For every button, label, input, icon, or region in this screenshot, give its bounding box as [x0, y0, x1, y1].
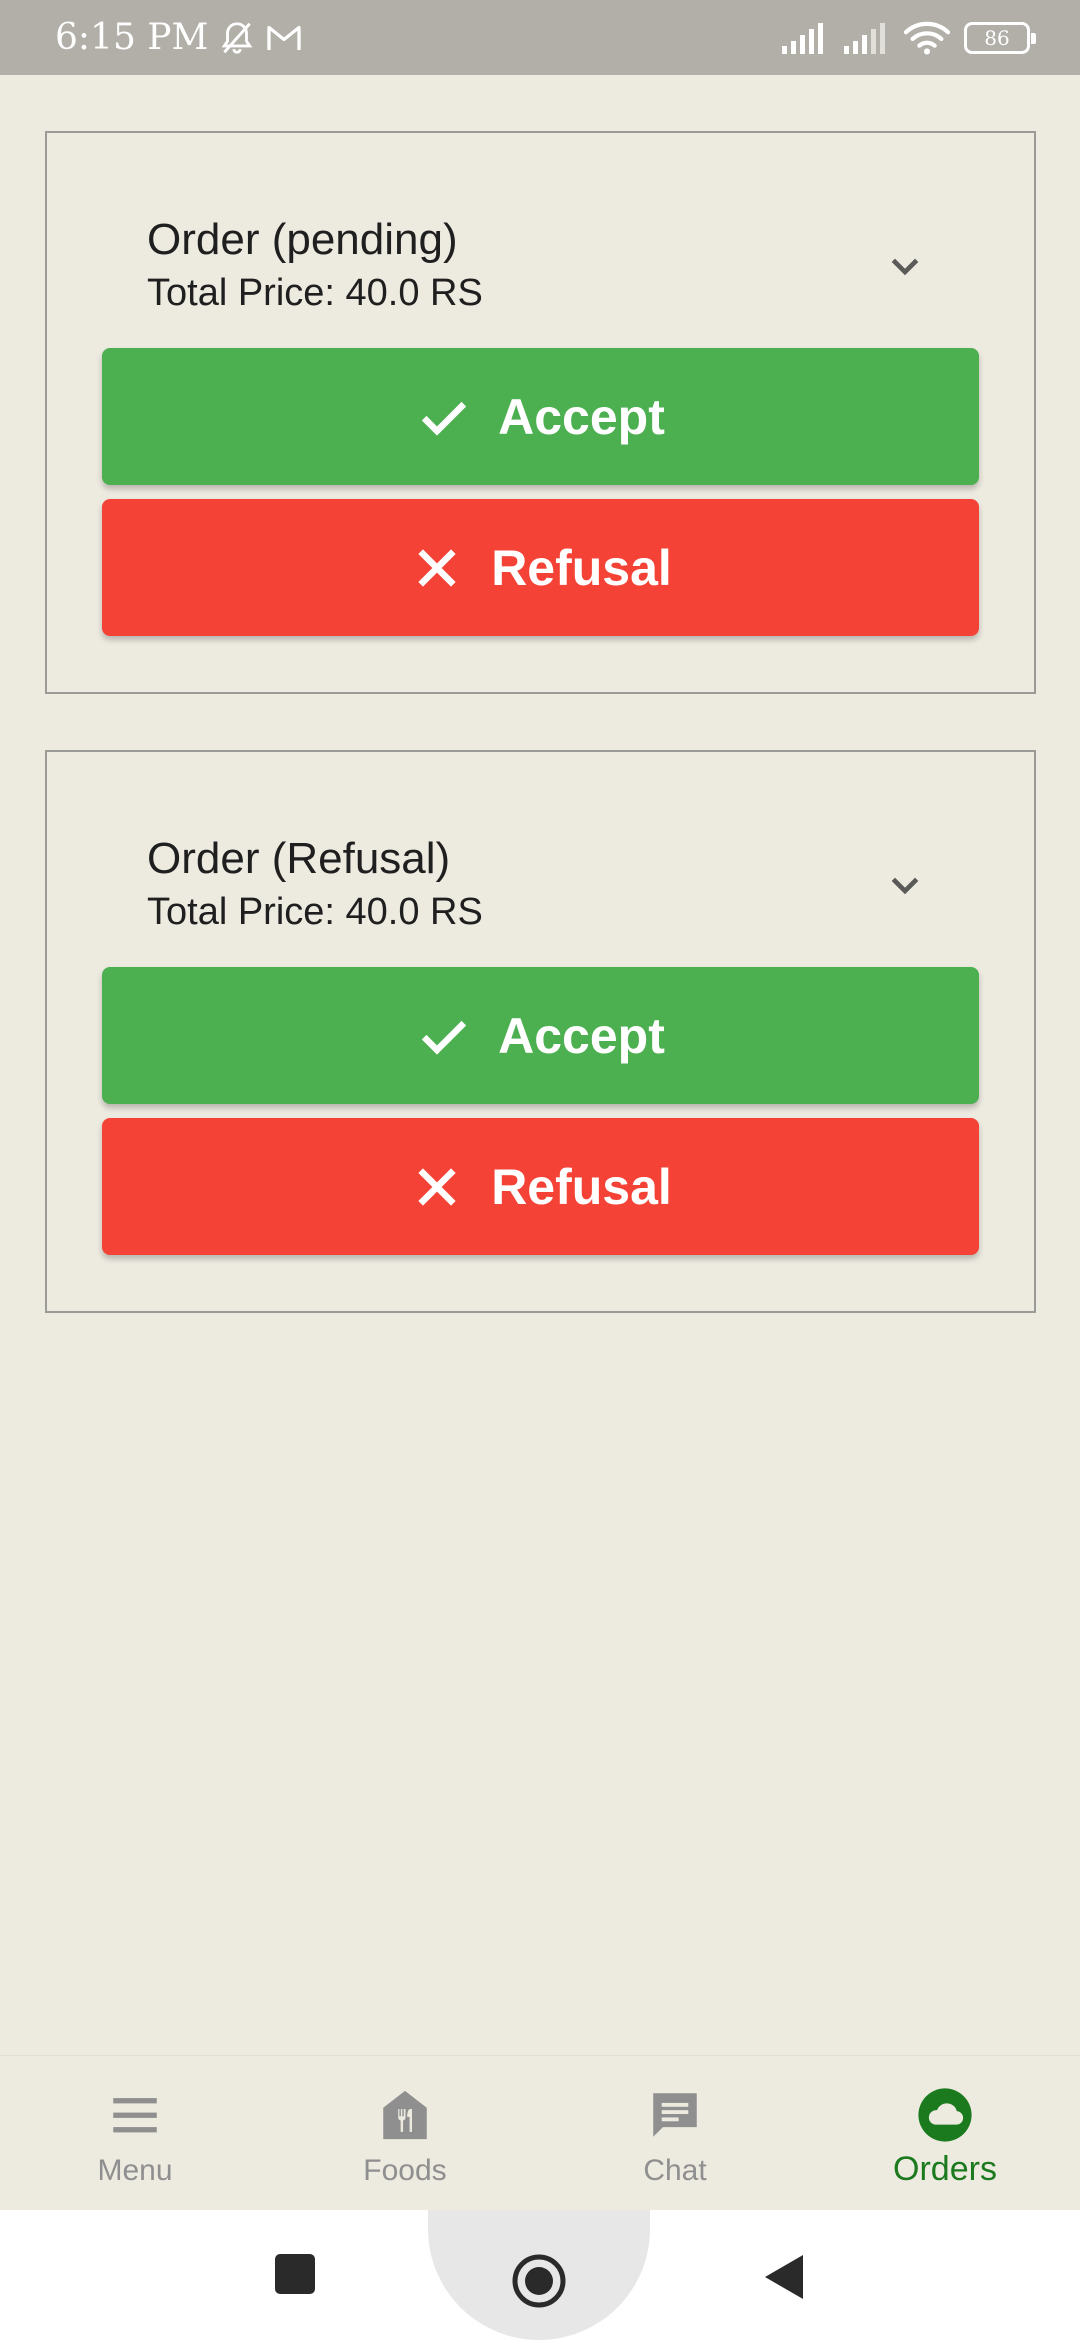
- chevron-down-icon[interactable]: [885, 866, 925, 906]
- bell-off-icon: [222, 21, 253, 54]
- check-icon: [421, 1020, 467, 1055]
- nav-label: Foods: [363, 2154, 447, 2187]
- refusal-button[interactable]: Refusal: [102, 499, 979, 636]
- gmail-icon: [267, 25, 302, 50]
- accept-button[interactable]: Accept: [102, 348, 979, 485]
- bottom-navigation: Menu Foods Chat Orders: [0, 2055, 1080, 2210]
- home-icon[interactable]: [511, 2253, 567, 2309]
- close-icon: [418, 548, 456, 587]
- nav-label: Menu: [97, 2154, 173, 2187]
- status-time: 6:15 PM: [55, 17, 209, 58]
- nav-item-chat[interactable]: Chat: [540, 2056, 810, 2210]
- check-icon: [421, 401, 467, 436]
- accept-button[interactable]: Accept: [102, 967, 979, 1104]
- signal-icon: [782, 22, 823, 54]
- accept-label: Accept: [498, 1007, 665, 1064]
- status-bar: 6:15 PM 86: [0, 0, 1080, 75]
- restaurant-icon: [383, 2090, 427, 2140]
- refusal-label: Refusal: [491, 1158, 672, 1215]
- order-card[interactable]: Order (pending) Total Price: 40.0 RS Acc…: [45, 131, 1036, 694]
- signal-weak-icon: [844, 22, 885, 54]
- chevron-down-icon[interactable]: [885, 247, 925, 287]
- nav-item-menu[interactable]: Menu: [0, 2056, 270, 2210]
- wifi-icon: [904, 21, 950, 54]
- cloud-icon: [918, 2088, 972, 2142]
- close-icon: [418, 1167, 456, 1206]
- order-total-price: Total Price: 40.0 RS: [147, 891, 483, 933]
- order-card[interactable]: Order (Refusal) Total Price: 40.0 RS Acc…: [45, 750, 1036, 1313]
- battery-level: 86: [984, 25, 1010, 50]
- nav-item-orders[interactable]: Orders: [810, 2056, 1080, 2210]
- order-title: Order (pending): [147, 215, 458, 264]
- system-navigation-bar: [0, 2210, 1080, 2340]
- accept-label: Accept: [498, 388, 665, 445]
- nav-item-foods[interactable]: Foods: [270, 2056, 540, 2210]
- nav-label: Orders: [893, 2150, 997, 2188]
- status-right: 86: [780, 20, 1036, 56]
- order-total-price: Total Price: 40.0 RS: [147, 272, 483, 314]
- status-left: 6:15 PM: [55, 17, 302, 58]
- refusal-button[interactable]: Refusal: [102, 1118, 979, 1255]
- nav-label: Chat: [643, 2154, 707, 2187]
- battery-icon: 86: [964, 21, 1036, 54]
- recents-icon[interactable]: [274, 2253, 316, 2295]
- back-icon[interactable]: [763, 2253, 805, 2301]
- menu-icon: [113, 2098, 157, 2133]
- chat-icon: [653, 2093, 697, 2137]
- refusal-label: Refusal: [491, 539, 672, 596]
- order-title: Order (Refusal): [147, 834, 451, 883]
